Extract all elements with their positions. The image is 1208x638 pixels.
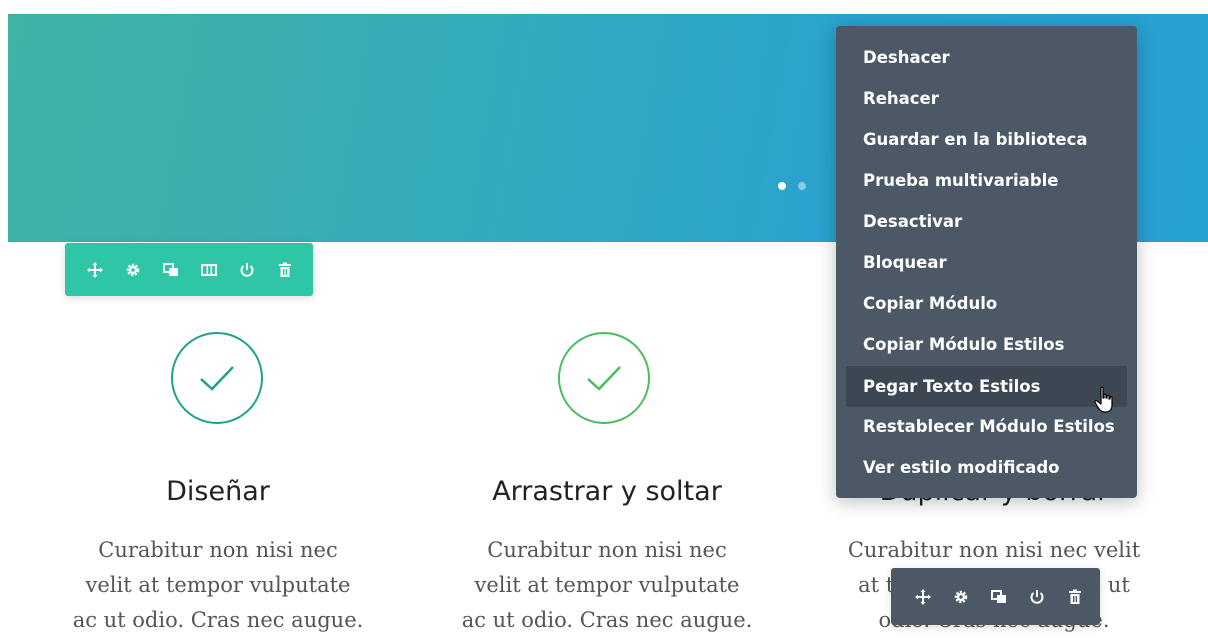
columns-icon[interactable]	[197, 258, 221, 282]
menu-item-copy-module[interactable]: Copiar Módulo	[836, 289, 1137, 330]
module-toolbar	[891, 568, 1100, 625]
clone-icon[interactable]	[159, 258, 183, 282]
body-line: Curabitur non nisi nec	[487, 538, 727, 562]
menu-item-paste-text-styles[interactable]: Pegar Texto Estilos	[846, 366, 1127, 407]
menu-item-undo[interactable]: Deshacer	[836, 43, 1137, 84]
gear-icon[interactable]	[949, 585, 973, 609]
menu-item-split-test[interactable]: Prueba multivariable	[836, 166, 1137, 207]
column-heading: Arrastrar y soltar	[492, 476, 722, 507]
slider-dots	[778, 182, 806, 190]
menu-item-redo[interactable]: Rehacer	[836, 84, 1137, 125]
menu-item-disable[interactable]: Desactivar	[836, 207, 1137, 248]
power-icon[interactable]	[1025, 585, 1049, 609]
move-icon[interactable]	[83, 258, 107, 282]
slider-dot-1[interactable]	[778, 182, 786, 190]
body-line: Curabitur non nisi nec velit	[847, 538, 1141, 562]
menu-item-lock[interactable]: Bloquear	[836, 248, 1137, 289]
check-circle-icon	[171, 332, 263, 424]
clone-icon[interactable]	[987, 585, 1011, 609]
context-menu: Deshacer Rehacer Guardar en la bibliotec…	[836, 26, 1137, 498]
row-toolbar	[65, 243, 313, 296]
menu-item-reset-module-styles[interactable]: Restablecer Módulo Estilos	[836, 412, 1137, 453]
menu-item-copy-module-styles[interactable]: Copiar Módulo Estilos	[836, 330, 1137, 371]
trash-icon[interactable]	[1063, 585, 1087, 609]
trash-icon[interactable]	[273, 258, 297, 282]
body-line: Curabitur non nisi nec	[98, 538, 338, 562]
column-body: Curabitur non nisi nec velit at tempor v…	[53, 533, 383, 638]
move-icon[interactable]	[911, 585, 935, 609]
gear-icon[interactable]	[121, 258, 145, 282]
body-line: velit at tempor vulputate	[474, 573, 740, 597]
power-icon[interactable]	[235, 258, 259, 282]
menu-item-view-modified-style[interactable]: Ver estilo modificado	[836, 453, 1137, 494]
column-heading: Diseñar	[166, 476, 270, 507]
column-body: Curabitur non nisi nec velit at tempor v…	[442, 533, 772, 638]
menu-item-save-to-library[interactable]: Guardar en la biblioteca	[836, 125, 1137, 166]
hand-cursor-icon	[1094, 386, 1113, 413]
body-line: velit at tempor vulputate	[85, 573, 351, 597]
slider-dot-2[interactable]	[798, 182, 806, 190]
check-circle-icon	[558, 332, 650, 424]
